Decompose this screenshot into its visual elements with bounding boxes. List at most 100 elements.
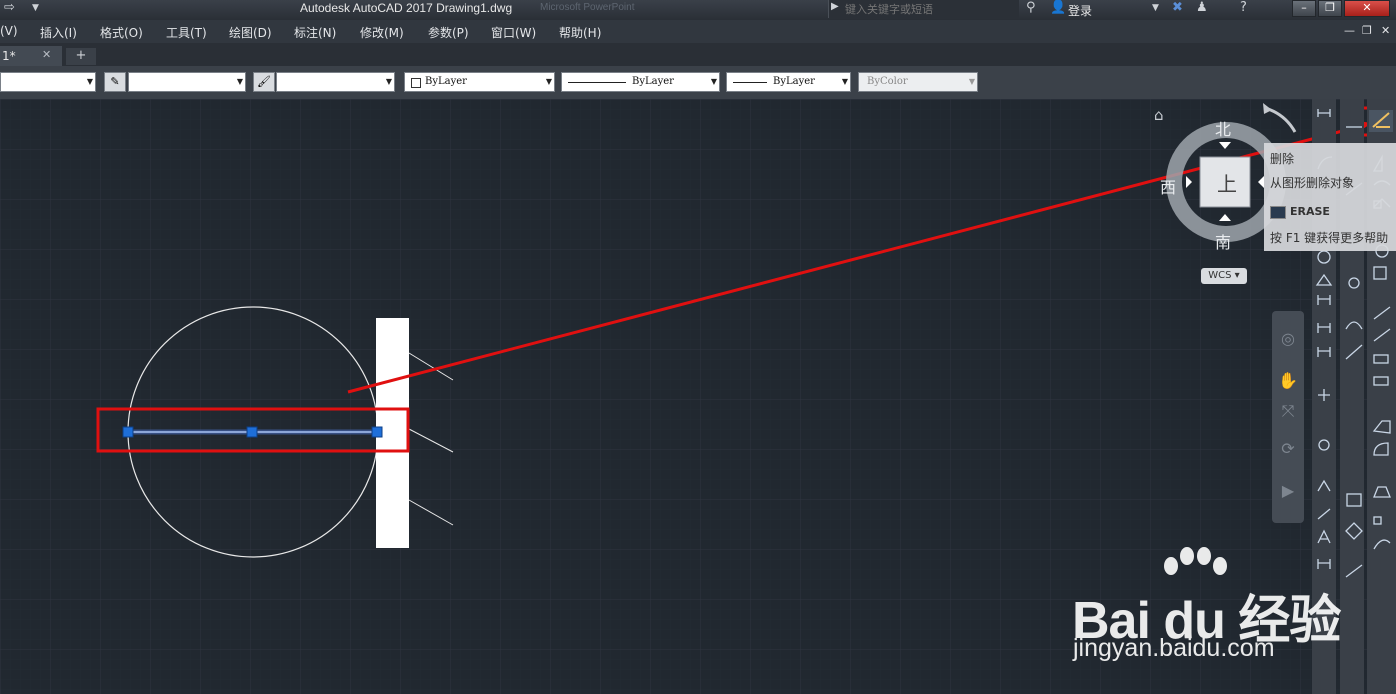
watermark-site: jingyan.baidu.com [1073,634,1275,662]
viewcube-north[interactable]: 北 [1215,116,1231,140]
tooltip-title: 删除 [1270,152,1295,166]
wcs-menu-button[interactable]: WCS ▾ [1201,268,1247,284]
minimize-button[interactable]: – [1292,0,1316,17]
chamfer-tool-icon[interactable] [1372,420,1391,434]
arc-tool-icon[interactable] [1345,321,1363,330]
explode-tool-icon[interactable] [1373,516,1382,525]
doc-minimize-icon[interactable]: — [1344,24,1355,37]
grip-mid[interactable] [246,426,258,438]
fillet-tool-icon[interactable] [1373,442,1389,456]
linetype-combo[interactable]: ByLayer ▼ [561,72,720,92]
quick-access-dropdown-icon[interactable]: ▼ [32,3,39,13]
redo-icon[interactable]: ⇨ [4,0,15,15]
menu-insert[interactable]: 插入(I) [40,24,77,41]
menu-format[interactable]: 格式(O) [100,24,143,41]
menu-window[interactable]: 窗口(W) [491,24,536,41]
login-link[interactable]: 登录 [1068,2,1092,19]
background-window-title: Microsoft PowerPoint [540,2,635,13]
scale-tool-icon[interactable] [1373,266,1387,280]
dimension-update-icon[interactable] [1317,559,1331,569]
connect-icon[interactable]: ♟ [1196,0,1208,15]
circle-tool-icon[interactable] [1348,277,1360,289]
dimension-text-icon[interactable] [1317,529,1331,544]
orbit-icon[interactable]: ⟳ [1272,439,1304,458]
match-properties-icon[interactable]: 🖌 [253,72,275,92]
tooltip-description: 从图形删除对象 [1270,176,1355,190]
title-bar: ⇨ ▼ Autodesk AutoCAD 2017 Drawing1.dwg M… [0,0,1396,20]
close-button[interactable]: ✕ [1344,0,1390,17]
rotate-arrow-icon[interactable] [1264,106,1297,133]
viewcube-top-label[interactable]: 上 [1217,168,1237,197]
hatch-tool-icon[interactable] [1345,564,1363,578]
search-input[interactable] [845,2,1015,16]
radius-dimension-icon[interactable] [1317,250,1331,264]
doc-restore-icon[interactable]: ❐ [1362,24,1372,37]
exchange-icon[interactable]: ✖ [1172,0,1183,15]
north-arrow-icon[interactable] [1219,142,1231,149]
tab-drawing1[interactable]: 1* ✕ [0,46,62,66]
join-tool-icon[interactable] [1373,376,1389,386]
lineweight-value: ByLayer [773,76,815,87]
search-expand-icon[interactable]: ▶ [831,1,839,12]
style-combo[interactable]: ▼ [276,72,395,92]
west-arrow-icon[interactable] [1186,176,1192,188]
layer-combo[interactable]: ▼ [0,72,96,92]
menu-draw[interactable]: 绘图(D) [229,24,272,41]
help-icon[interactable]: ? [1240,0,1247,15]
tab-close-icon[interactable]: ✕ [42,48,51,61]
pan-icon[interactable]: ✋ [1272,371,1304,390]
menu-dimension[interactable]: 标注(N) [294,24,336,41]
viewcube-south[interactable]: 南 [1215,229,1231,253]
color-swatch [411,78,421,88]
grip-end[interactable] [371,426,383,438]
angular-dimension-icon[interactable] [1315,273,1333,286]
dimension-edit-icon[interactable] [1317,508,1331,520]
doc-close-icon[interactable]: ✕ [1381,24,1390,37]
extend-tool-icon[interactable] [1373,328,1391,342]
window-title: Autodesk AutoCAD 2017 Drawing1.dwg [300,1,513,15]
showmotion-icon[interactable]: ▶ [1272,481,1304,500]
south-arrow-icon[interactable] [1219,214,1231,221]
layer-state-combo[interactable]: ▼ [128,72,246,92]
rectangle-tool-icon[interactable] [1346,493,1362,507]
quick-dimension-icon[interactable] [1317,295,1331,305]
login-dropdown-icon[interactable]: ▼ [1152,3,1159,13]
menu-bar: (V) 插入(I) 格式(O) 工具(T) 绘图(D) 标注(N) 修改(M) … [0,20,1396,43]
center-mark-icon[interactable] [1318,389,1330,401]
region-tool-icon[interactable] [1345,522,1363,540]
menu-modify[interactable]: 修改(M) [360,24,404,41]
search-box[interactable]: ▶ [828,0,1019,18]
zoom-icon[interactable]: ⤧ [1272,401,1304,421]
jogged-icon[interactable] [1317,479,1331,492]
tolerance-icon[interactable] [1318,439,1330,451]
match-layer-icon[interactable]: ✎ [104,72,126,92]
plotstyle-combo[interactable]: ByColor ▼ [858,72,978,92]
color-value: ByLayer [425,76,467,87]
new-tab-button[interactable]: + [66,48,96,65]
continue-dimension-icon[interactable] [1317,347,1331,357]
menu-help[interactable]: 帮助(H) [559,24,601,41]
viewcube-west[interactable]: 西 [1160,174,1176,198]
break-tool-icon[interactable] [1373,354,1389,364]
lineweight-sample [733,82,767,83]
linear-dimension-icon[interactable] [1317,109,1331,117]
user-icon[interactable]: 👤 [1050,0,1066,15]
tooltip-help: 按 F1 键获得更多帮助 [1270,231,1389,245]
erase-tooltip: 删除 从图形删除对象 ERASE 按 F1 键获得更多帮助 [1264,143,1396,251]
spline-tool-icon[interactable] [1345,344,1363,360]
menu-parametric[interactable]: 参数(P) [428,24,469,41]
blend-tool-icon[interactable] [1373,486,1391,498]
menu-tools[interactable]: 工具(T) [166,24,207,41]
file-tab-bar [0,43,1396,66]
grip-start[interactable] [122,426,134,438]
menu-view[interactable]: (V) [0,24,18,38]
color-combo[interactable]: ByLayer ▼ [404,72,555,92]
steering-wheel-icon[interactable]: ◎ [1272,329,1304,348]
restore-button[interactable]: ❐ [1318,0,1342,17]
edit-polyline-icon[interactable] [1373,539,1391,550]
lineweight-combo[interactable]: ByLayer ▼ [726,72,851,92]
trim-tool-icon[interactable] [1373,306,1391,320]
baseline-dimension-icon[interactable] [1317,323,1331,333]
plotstyle-value: ByColor [867,76,908,87]
binoculars-icon[interactable]: ⚲ [1026,0,1036,15]
